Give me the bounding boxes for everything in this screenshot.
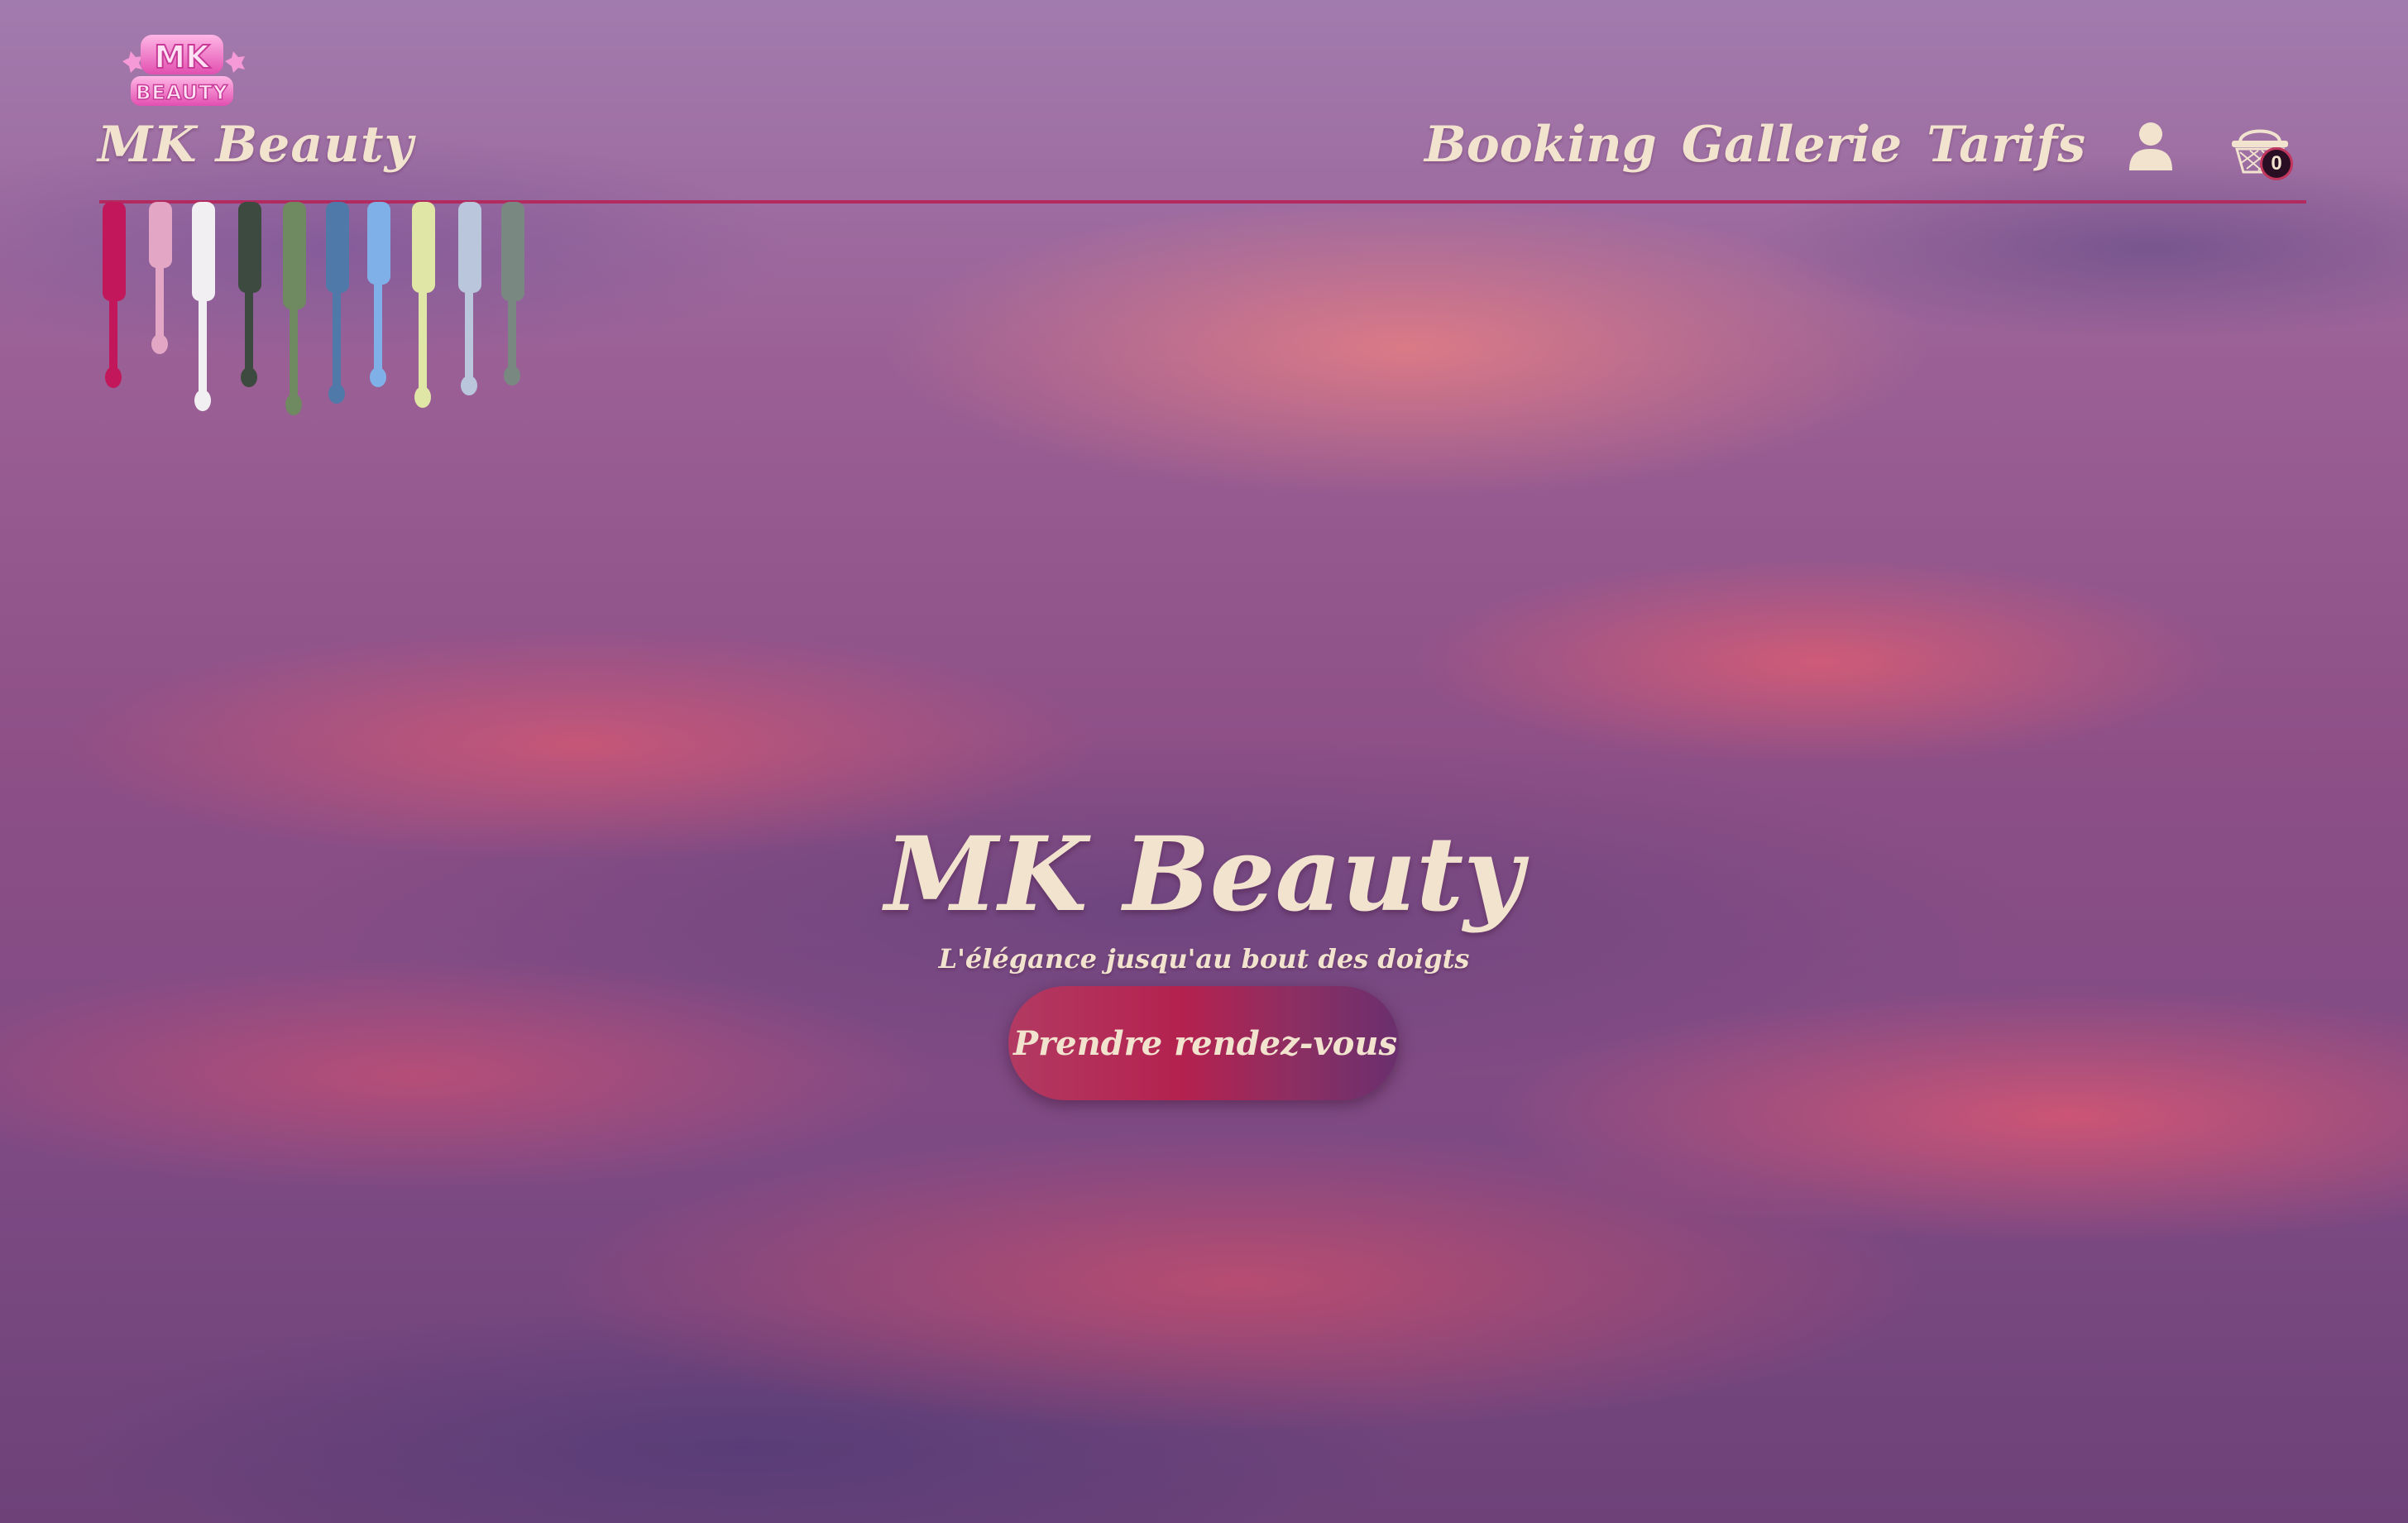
brand-name[interactable]: MK Beauty xyxy=(98,116,414,174)
book-appointment-button[interactable]: Prendre rendez-vous xyxy=(1008,986,1399,1100)
nav-gallerie[interactable]: Gallerie xyxy=(1682,116,1902,174)
logo[interactable]: MK BEAUTY xyxy=(116,30,248,109)
user-icon[interactable] xyxy=(2128,121,2174,172)
hero-tagline: L'élégance jusqu'au bout des doigts xyxy=(938,943,1470,975)
hero-title: MK Beauty xyxy=(884,815,1524,935)
svg-text:MK: MK xyxy=(154,39,211,75)
svg-text:BEAUTY: BEAUTY xyxy=(136,81,228,104)
nav-tarifs[interactable]: Tarifs xyxy=(1927,116,2085,174)
page: MK BEAUTY MK Beauty Booking Gallerie Tar… xyxy=(0,0,2408,1523)
cart-count-badge: 0 xyxy=(2260,147,2293,180)
nav-booking[interactable]: Booking xyxy=(1424,116,1657,174)
main-nav: Booking Gallerie Tarifs xyxy=(1424,116,2085,174)
nail-polish-drips-illustration xyxy=(103,202,524,415)
